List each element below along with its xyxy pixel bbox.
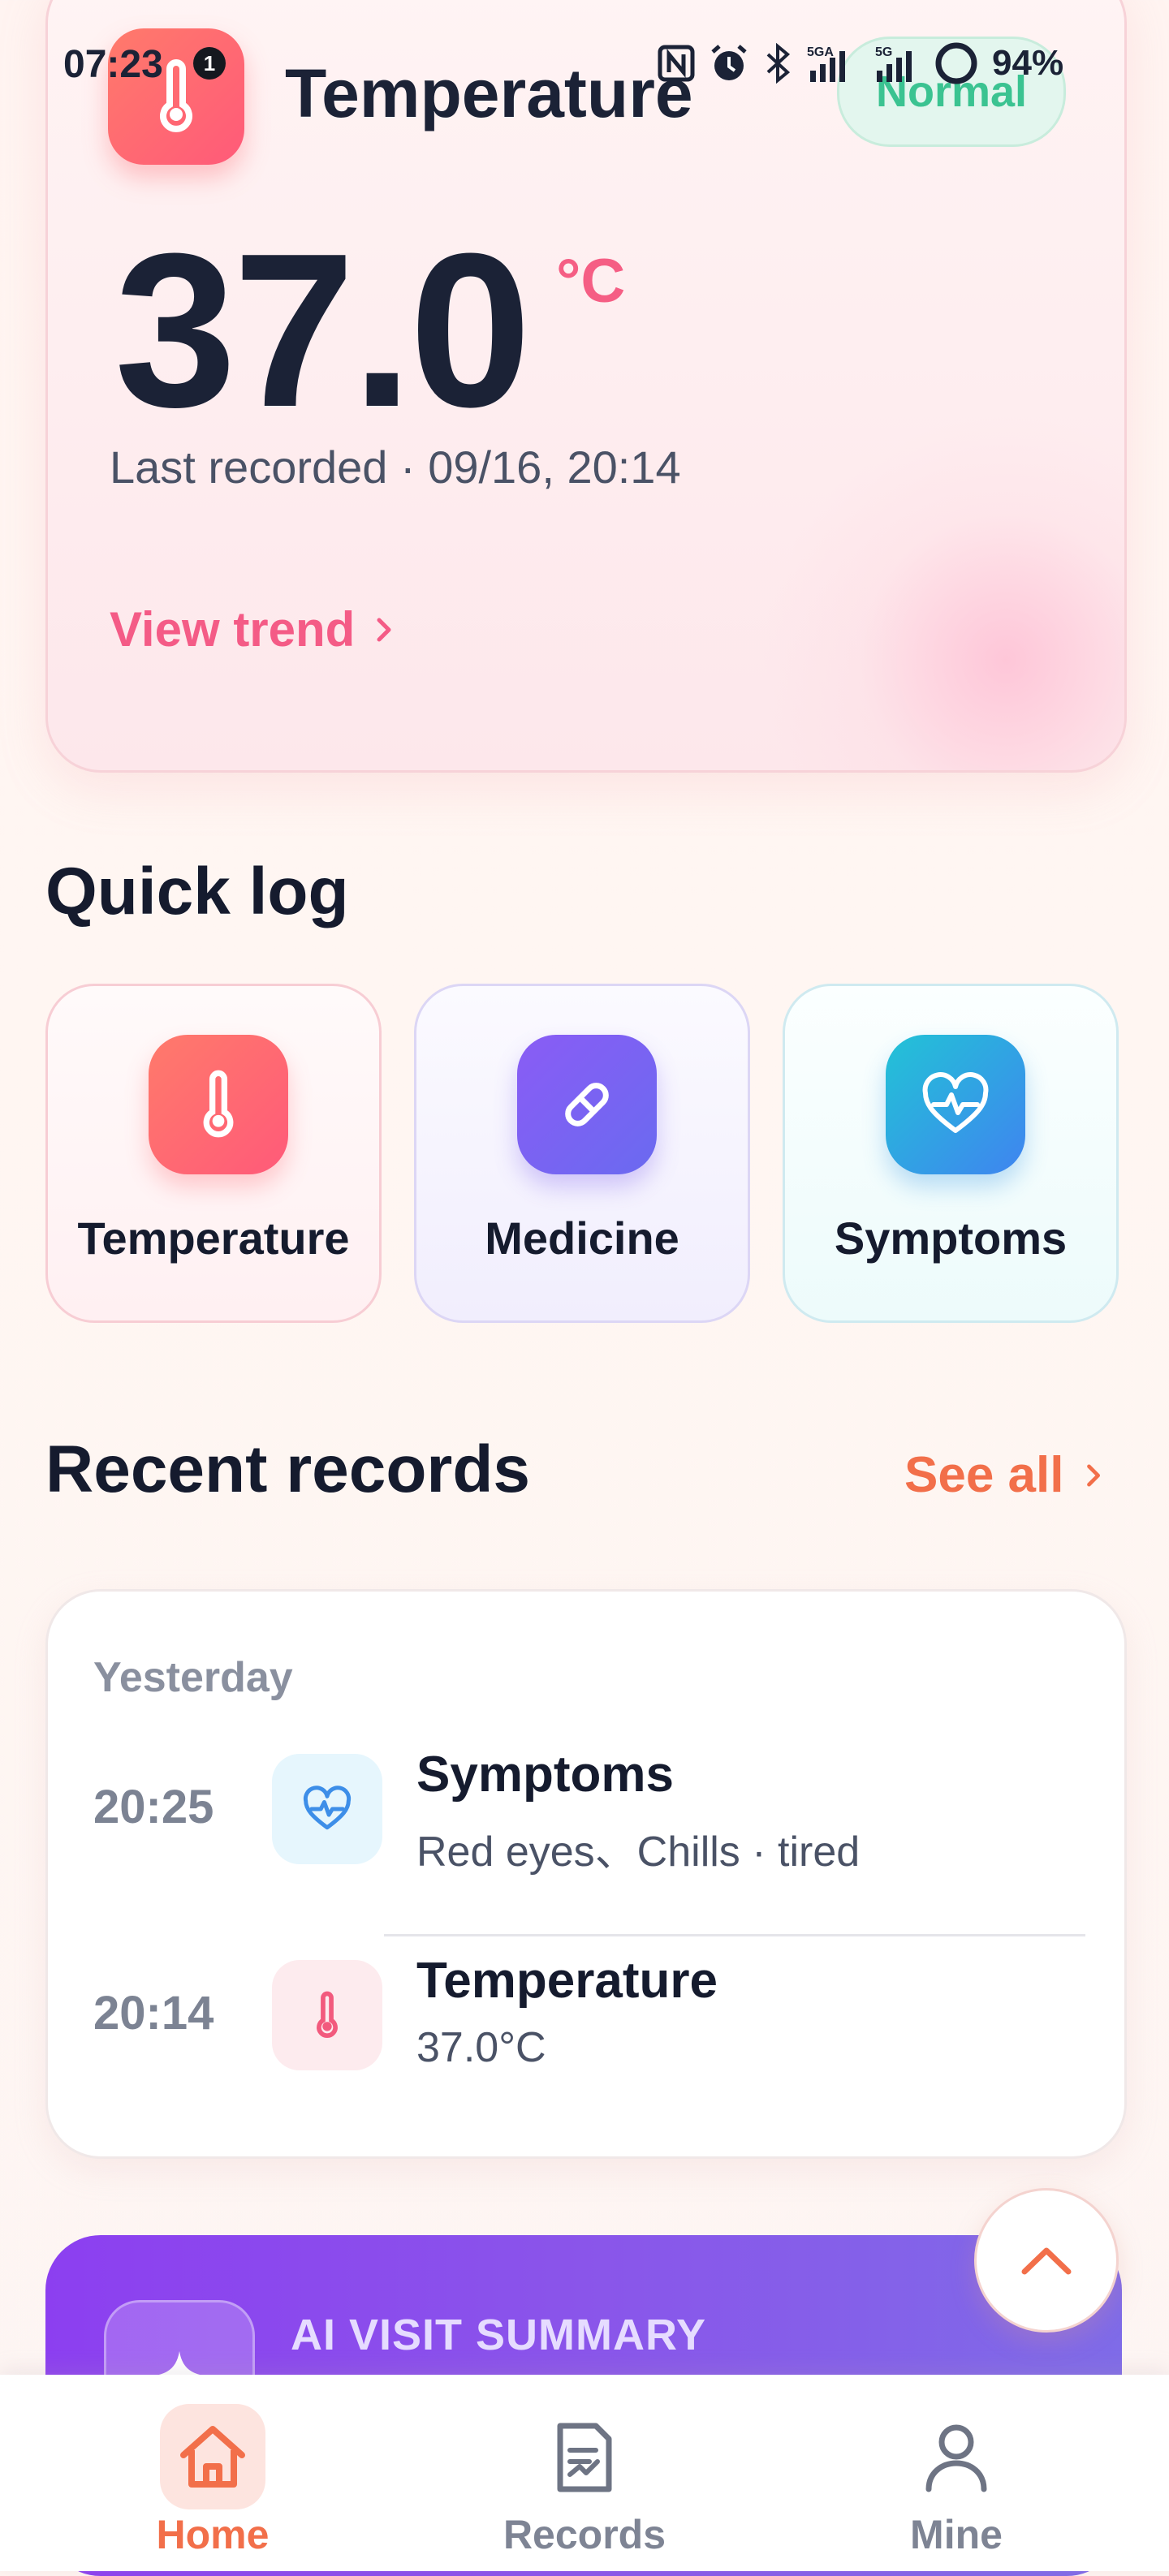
quick-log-label: Temperature: [77, 1213, 350, 1264]
record-time: 20:14: [93, 1987, 214, 2040]
status-bar: 07:23 1 5GA 5G 94%: [0, 0, 1169, 130]
home-icon: [160, 2404, 265, 2509]
battery-ring-icon: [935, 42, 977, 84]
nav-label: Records: [503, 2512, 666, 2557]
battery-level: 94%: [992, 43, 1064, 83]
bottom-navigation: Home Records Mine: [0, 2375, 1169, 2571]
document-icon: [532, 2404, 637, 2509]
bluetooth-icon: [766, 43, 791, 84]
record-time: 20:25: [93, 1781, 214, 1833]
thermometer-icon: [149, 1035, 288, 1174]
chevron-right-icon: [1087, 1463, 1101, 1487]
alarm-icon: [711, 45, 747, 80]
quick-log-symptoms-button[interactable]: Symptoms: [783, 984, 1119, 1323]
recent-records-card: Yesterday 20:25 Symptoms Red eyes、Chills…: [45, 1589, 1127, 2159]
status-time: 07:23: [63, 43, 163, 86]
thermometer-icon: [272, 1960, 382, 2070]
record-title: Temperature: [416, 1953, 718, 2009]
records-day-label: Yesterday: [93, 1654, 293, 1701]
quick-log-title: Quick log: [45, 855, 349, 928]
quick-log-medicine-button[interactable]: Medicine: [414, 984, 750, 1323]
nav-mine[interactable]: Mine: [835, 2375, 1078, 2571]
pill-icon: [517, 1035, 657, 1174]
recent-records-title: Recent records: [45, 1432, 531, 1506]
nav-records[interactable]: Records: [463, 2375, 706, 2571]
temperature-unit: °C: [556, 247, 626, 316]
svg-text:5G: 5G: [875, 45, 892, 59]
record-detail: 37.0°C: [416, 2024, 546, 2071]
nav-label: Mine: [910, 2512, 1003, 2557]
last-recorded: Last recorded · 09/16, 20:14: [110, 442, 681, 493]
nfc-icon: [658, 45, 695, 82]
quick-log-temperature-button[interactable]: Temperature: [45, 984, 382, 1323]
quick-log-label: Symptoms: [834, 1213, 1068, 1264]
temperature-value: 37.0: [114, 209, 531, 453]
quick-log-label: Medicine: [485, 1213, 679, 1264]
nav-label: Home: [156, 2512, 270, 2557]
chevron-right-icon: [377, 618, 391, 641]
person-icon: [904, 2404, 1009, 2509]
view-trend-link[interactable]: View trend: [110, 601, 397, 657]
record-row[interactable]: 20:14 Temperature 37.0°C: [48, 1936, 1124, 2098]
signal-5g-icon: 5G: [875, 45, 912, 82]
signal-5ga-icon: 5GA: [807, 45, 845, 82]
svg-text:5GA: 5GA: [807, 45, 834, 59]
record-title: Symptoms: [416, 1747, 674, 1803]
heart-pulse-icon: [886, 1035, 1025, 1174]
nav-home[interactable]: Home: [91, 2375, 334, 2571]
ai-summary-title: AI VISIT SUMMARY: [291, 2311, 707, 2359]
status-icons: 5GA 5G 94%: [658, 41, 1063, 86]
view-trend-label: View trend: [110, 602, 356, 657]
see-all-link[interactable]: See all: [904, 1446, 1106, 1504]
scroll-to-top-button[interactable]: [974, 2188, 1119, 2333]
record-detail: Red eyes、Chills · tired: [416, 1829, 861, 1876]
see-all-label: See all: [904, 1447, 1064, 1503]
notification-badge: 1: [193, 47, 226, 80]
heart-pulse-icon: [272, 1754, 382, 1864]
chevron-up-icon: [1021, 2247, 1072, 2275]
record-row[interactable]: 20:25 Symptoms Red eyes、Chills · tired: [48, 1730, 1124, 1892]
